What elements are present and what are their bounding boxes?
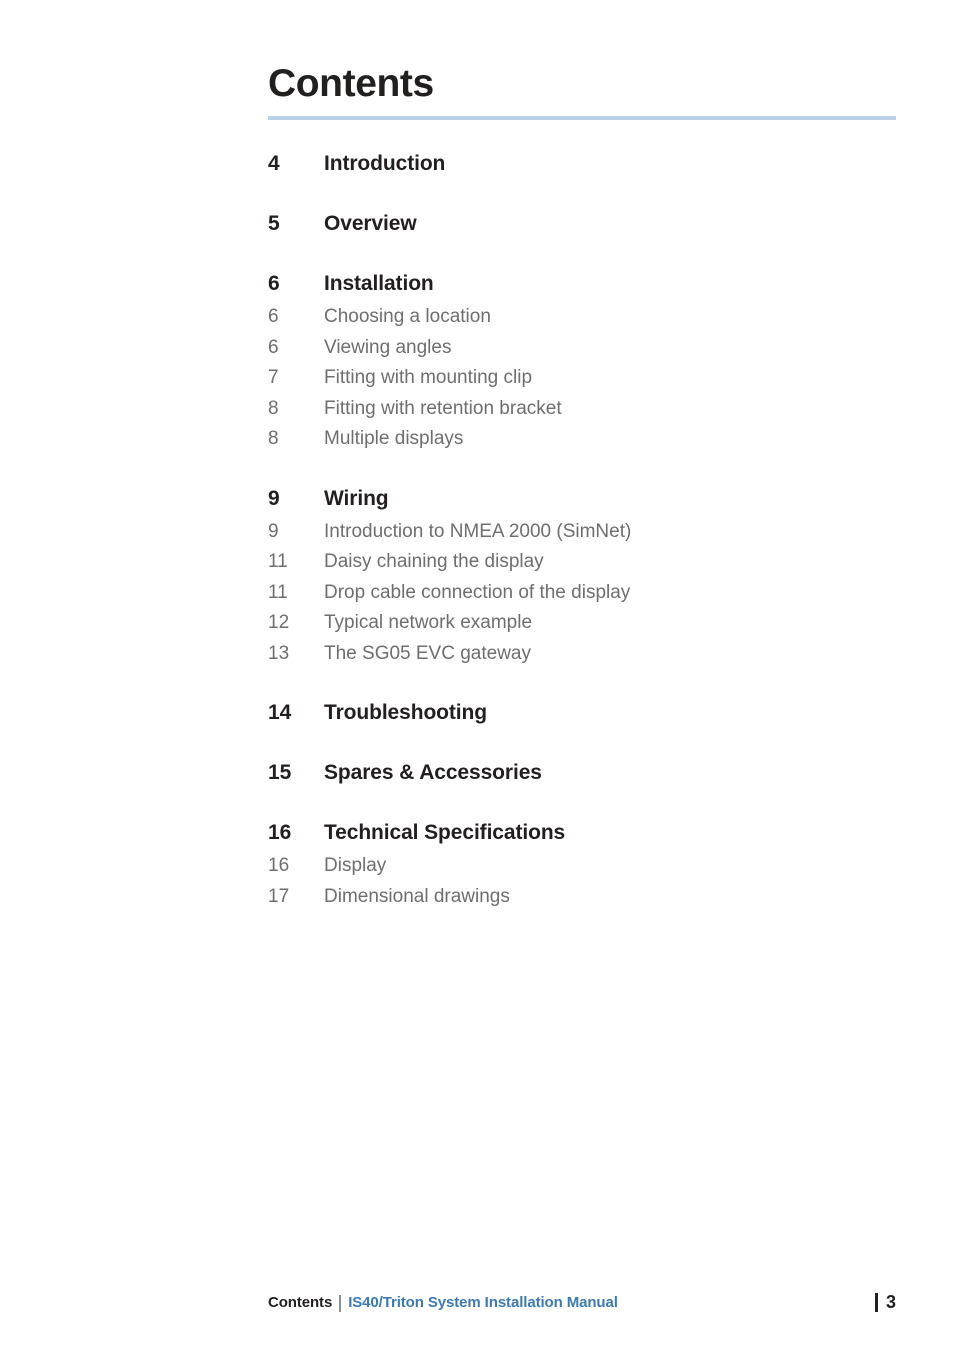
toc-entry-label: Fitting with retention bracket: [324, 397, 562, 419]
toc-entry-label: Spares & Accessories: [324, 761, 542, 784]
toc-section: 14 Troubleshooting: [268, 697, 908, 729]
toc-page-number: 6: [268, 306, 279, 327]
footer-page-number: 3: [885, 1292, 896, 1312]
toc-subentry-row[interactable]: 16 Display: [268, 851, 908, 882]
toc-entry-label: Drop cable connection of the display: [324, 581, 631, 603]
toc-entry-label: Wiring: [324, 486, 389, 510]
footer-section-name: Contents: [268, 1294, 333, 1311]
toc-page-number: 6: [268, 336, 279, 358]
toc-page-number: 13: [268, 642, 290, 664]
toc-page-number: 8: [268, 397, 279, 419]
toc-heading-row[interactable]: 9 Wiring: [268, 483, 908, 515]
toc-section: 6 Installation 6 Choosing a location 6 Viewin…: [268, 268, 908, 455]
toc-page-number: 6: [268, 272, 280, 295]
toc-heading-row[interactable]: 15 Spares & Accessories: [268, 757, 908, 789]
toc-entry-label: Troubleshooting: [324, 701, 487, 724]
toc-subentry-row[interactable]: 12 Typical network example: [268, 608, 908, 639]
toc-section: 16 Technical Specifications 16 Display 17 Dim…: [268, 817, 908, 912]
toc-page-number: 16: [268, 821, 292, 844]
page-footer: Contents IS40/Triton System Installation…: [268, 1292, 896, 1313]
toc-entry-label: Installation: [324, 272, 434, 295]
toc-page-number: 11: [268, 551, 288, 572]
toc-subentry-row[interactable]: 6 Viewing angles: [268, 333, 908, 364]
title-block: Contents: [268, 62, 896, 120]
toc-page-number: 4: [268, 152, 280, 175]
toc-entry-label: Introduction to NMEA 2000 (SimNet): [324, 520, 632, 542]
toc-subentry-row[interactable]: 13 The SG05 EVC gateway: [268, 639, 908, 670]
footer-manual-title: IS40/Triton System Installation Manual: [348, 1294, 618, 1311]
toc-subentry-row[interactable]: 6 Choosing a location: [268, 302, 908, 333]
toc-heading-row[interactable]: 6 Installation: [268, 268, 908, 300]
toc-page-number: 12: [268, 612, 290, 633]
footer-separator-bar: [339, 1295, 342, 1312]
page-title: Contents: [268, 62, 434, 105]
toc-subentry-row[interactable]: 17 Dimensional drawings: [268, 882, 908, 913]
toc-entry-label: Technical Specifications: [324, 821, 566, 844]
toc-entry-label: Daisy chaining the display: [324, 551, 544, 572]
toc-subentry-row[interactable]: 8 Fitting with retention bracket: [268, 394, 908, 425]
toc-section: 15 Spares & Accessories: [268, 757, 908, 789]
toc-section: 9 Wiring 9 Introduction to NMEA 2000 (SimNe…: [268, 483, 908, 670]
toc-entry-label: Viewing angles: [324, 336, 452, 358]
toc-subentry-row[interactable]: 9 Introduction to NMEA 2000 (SimNet): [268, 517, 908, 548]
toc-entry-label: Display: [324, 855, 387, 876]
toc-heading-row[interactable]: 5 Overview: [268, 208, 908, 240]
toc-section: 5 Overview: [268, 208, 908, 240]
toc-page-number: 5: [268, 212, 280, 235]
toc-heading-row[interactable]: 16 Technical Specifications: [268, 817, 908, 849]
footer-page-bar: [874, 1293, 878, 1312]
toc-subentry-row[interactable]: 11 Drop cable connection of the display: [268, 578, 908, 609]
toc-entry-label: The SG05 EVC gateway: [324, 642, 531, 664]
toc-entry-label: Choosing a location: [324, 306, 491, 327]
toc-entry-label: Multiple displays: [324, 428, 464, 449]
toc-entry-label: Fitting with mounting clip: [324, 367, 533, 388]
toc-page-number: 17: [268, 885, 290, 907]
toc-page-number: 14: [268, 701, 292, 724]
toc-subentry-row[interactable]: 7 Fitting with mounting clip: [268, 363, 908, 394]
toc-section: 4 Introduction: [268, 148, 908, 180]
toc-subentry-row[interactable]: 8 Multiple displays: [268, 424, 908, 455]
toc-page-number: 11: [268, 581, 288, 603]
footer-right-group: 3: [874, 1292, 896, 1313]
toc-page-number: 9: [268, 520, 279, 542]
toc-heading-row[interactable]: 4 Introduction: [268, 148, 908, 180]
footer-left-group: Contents IS40/Triton System Installation…: [268, 1294, 618, 1312]
toc-page-number: 15: [268, 761, 292, 784]
toc-entry-label: Dimensional drawings: [324, 885, 510, 907]
toc-page-number: 16: [268, 855, 290, 876]
toc-page-number: 8: [268, 428, 279, 449]
document-page: Contents 4 Introduction 5 Overview 6 Installa…: [0, 0, 954, 1354]
toc-page-number: 9: [268, 486, 280, 510]
table-of-contents: 4 Introduction 5 Overview 6 Installation 6 Choo…: [268, 148, 908, 912]
toc-page-number: 7: [268, 367, 279, 388]
title-underline-rule: [268, 116, 896, 120]
toc-entry-label: Introduction: [324, 152, 446, 175]
toc-subentry-row[interactable]: 11 Daisy chaining the display: [268, 547, 908, 578]
toc-entry-label: Overview: [324, 212, 417, 235]
toc-entry-label: Typical network example: [324, 612, 533, 633]
toc-heading-row[interactable]: 14 Troubleshooting: [268, 697, 908, 729]
